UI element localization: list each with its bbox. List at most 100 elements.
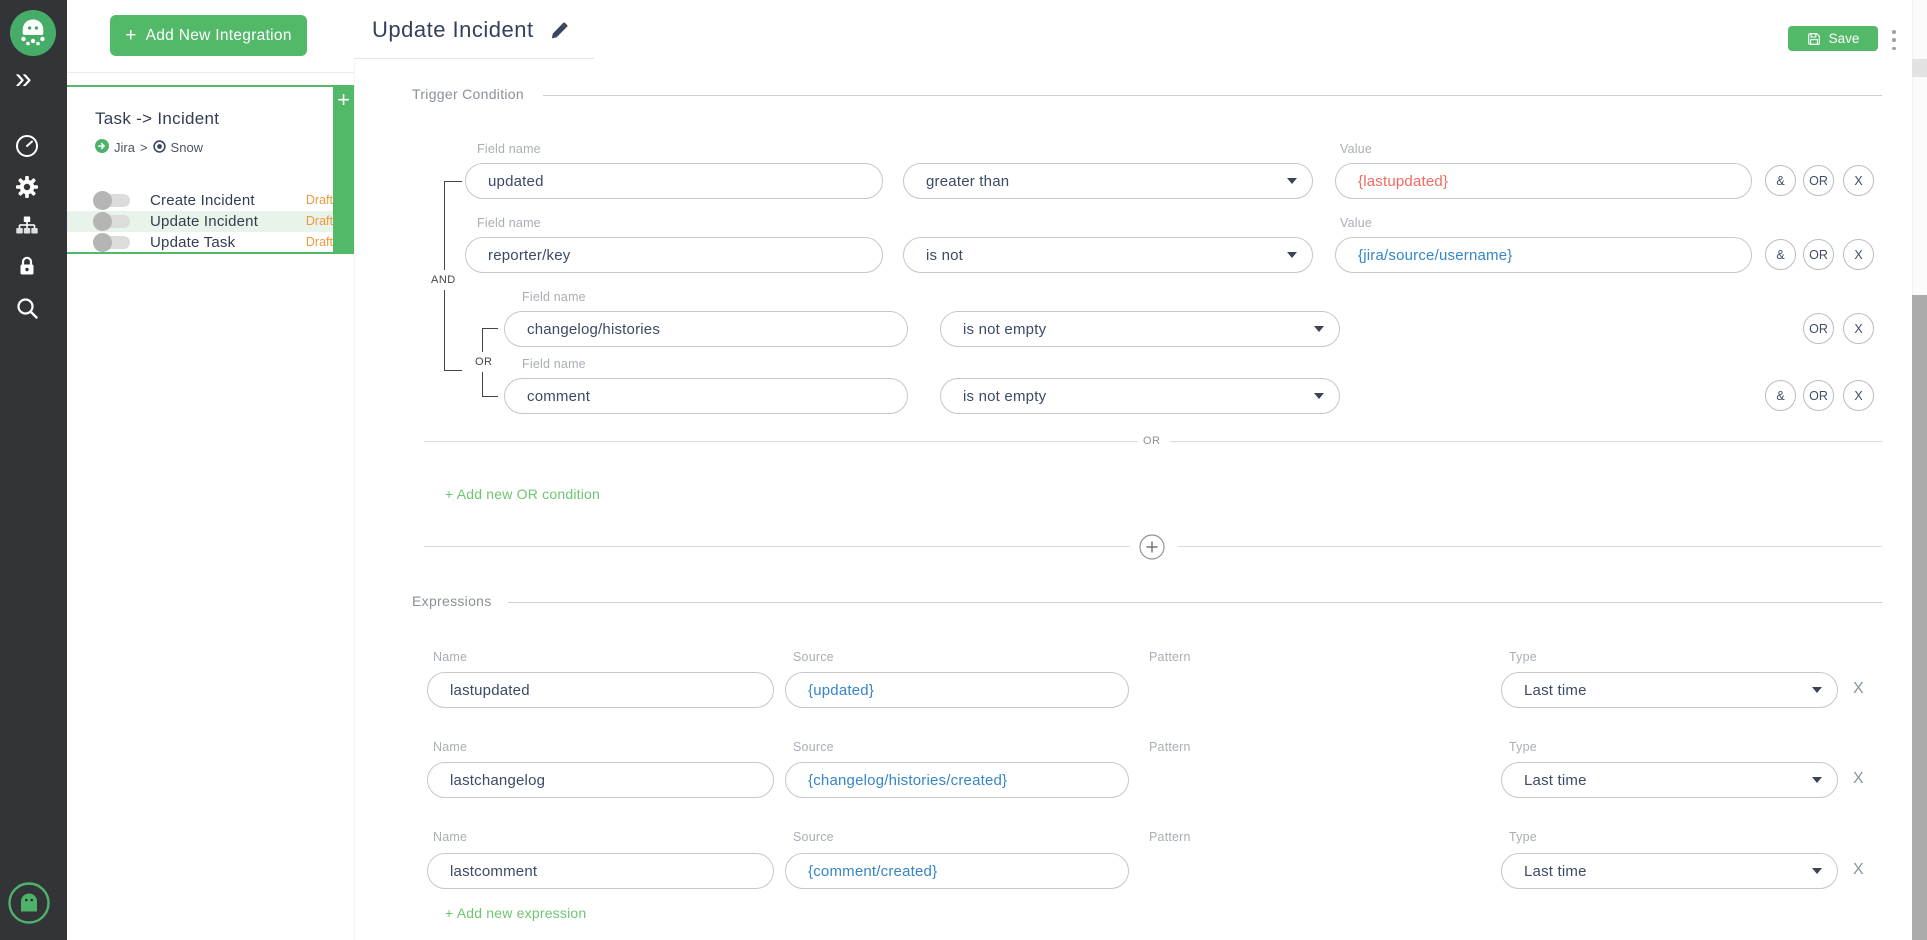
expression-source-input[interactable] [785,762,1129,798]
add-new-or-condition-link[interactable]: + Add new OR condition [445,486,600,502]
route-target: Snow [171,140,204,155]
integration-item-update-incident[interactable]: Update Incident Draft [67,211,333,232]
condition-field-input[interactable] [465,237,883,273]
or-bracket-stub [482,328,498,329]
enable-toggle[interactable] [95,236,130,249]
expressions-section-title: Expressions [412,593,492,609]
route-source: Jira [114,140,135,155]
field-name-label: Field name [522,357,586,371]
field-name-label: Field name [477,216,541,230]
and-bracket-stub [444,181,462,182]
condition-field-input[interactable] [504,378,908,414]
panel-divider [67,72,354,73]
integration-item-label: Create Incident [150,190,255,211]
expand-sidebar-icon[interactable]: » [15,62,30,96]
settings-icon[interactable] [14,174,40,200]
expression-type-select[interactable]: Last time [1501,762,1838,798]
expression-name-input[interactable] [427,672,774,708]
field-name-label: Field name [522,290,586,304]
remove-condition-button[interactable]: X [1843,239,1874,270]
expression-source-input[interactable] [785,672,1129,708]
remove-expression-button[interactable]: X [1853,680,1864,698]
add-rule-button[interactable]: + [333,85,354,115]
name-label: Name [433,740,467,754]
scrollbar-up-button[interactable] [1912,59,1927,77]
expression-type-select[interactable]: Last time [1501,672,1838,708]
expression-name-input[interactable] [427,853,774,889]
or-separator-line [424,441,1138,442]
remove-condition-button[interactable]: X [1843,165,1874,196]
scrollbar-thumb[interactable] [1912,295,1927,940]
app-root: » [0,0,1927,940]
or-bracket-stub [482,396,498,397]
dashboard-icon[interactable] [14,133,40,159]
expression-name-input[interactable] [427,762,774,798]
page-title-text: Update Incident [372,17,534,43]
section-line [543,95,1882,96]
integration-item-create-incident[interactable]: Create Incident Draft [67,190,333,211]
content-divider [354,59,355,940]
sidebar: » [0,0,67,940]
condition-field-input[interactable] [504,311,908,347]
add-or-condition-button[interactable]: OR [1803,313,1834,344]
assistant-icon[interactable] [7,881,51,925]
or-bracket-label: OR [473,352,495,372]
type-label: Type [1509,830,1537,844]
integration-card-bottom-border [67,252,354,254]
and-bracket-label: AND [429,270,458,290]
or-separator-line [1170,441,1882,442]
enable-toggle[interactable] [95,194,130,207]
type-label: Type [1509,740,1537,754]
save-button[interactable]: Save [1788,26,1878,51]
search-icon[interactable] [14,295,40,321]
integration-item-label: Update Task [150,232,235,253]
value-label: Value [1340,142,1372,156]
integrations-icon[interactable] [14,213,40,239]
enable-toggle[interactable] [95,215,130,228]
name-label: Name [433,650,467,664]
field-name-label: Field name [477,142,541,156]
add-group-separator-line [1178,546,1882,547]
add-new-integration-label: Add New Integration [146,27,292,45]
integration-item-label: Update Incident [150,211,258,232]
condition-operator-select[interactable]: is not [903,237,1313,273]
condition-value-input[interactable] [1335,163,1752,199]
add-condition-group-icon[interactable] [1139,534,1165,560]
more-options-icon[interactable] [1890,30,1898,50]
add-or-condition-button[interactable]: OR [1803,165,1834,196]
add-and-condition-button[interactable]: & [1765,239,1796,270]
integration-title: Task -> Incident [95,109,219,129]
and-bracket-stub [444,370,462,371]
edit-title-icon[interactable] [549,21,568,40]
condition-operator-select[interactable]: is not empty [940,311,1340,347]
condition-value-input[interactable] [1335,237,1752,273]
remove-expression-button[interactable]: X [1853,770,1864,788]
integration-item-update-task[interactable]: Update Task Draft [67,232,333,253]
expression-type-select[interactable]: Last time [1501,853,1838,889]
add-new-integration-button[interactable]: + Add New Integration [110,15,307,56]
remove-expression-button[interactable]: X [1853,861,1864,879]
remove-condition-button[interactable]: X [1843,313,1874,344]
add-or-condition-button[interactable]: OR [1803,239,1834,270]
value-label: Value [1340,216,1372,230]
condition-field-input[interactable] [465,163,883,199]
security-icon[interactable] [14,253,40,279]
operator-value: is not empty [963,321,1046,338]
condition-operator-select[interactable]: is not empty [940,378,1340,414]
add-and-condition-button[interactable]: & [1765,165,1796,196]
expression-source-input[interactable] [785,853,1129,889]
add-and-condition-button[interactable]: & [1765,380,1796,411]
type-label: Type [1509,650,1537,664]
integration-card-top-border [67,85,354,87]
condition-operator-select[interactable]: greater than [903,163,1313,199]
operator-value: greater than [926,173,1009,190]
add-new-expression-link[interactable]: + Add new expression [445,905,586,921]
add-or-condition-button[interactable]: OR [1803,380,1834,411]
integration-route: Jira > Snow [95,139,203,156]
type-value: Last time [1524,772,1587,789]
chevron-down-icon [1812,777,1822,783]
add-group-separator-line [424,546,1130,547]
remove-condition-button[interactable]: X [1843,380,1874,411]
chevron-down-icon [1812,868,1822,874]
app-logo-icon[interactable] [10,10,56,56]
